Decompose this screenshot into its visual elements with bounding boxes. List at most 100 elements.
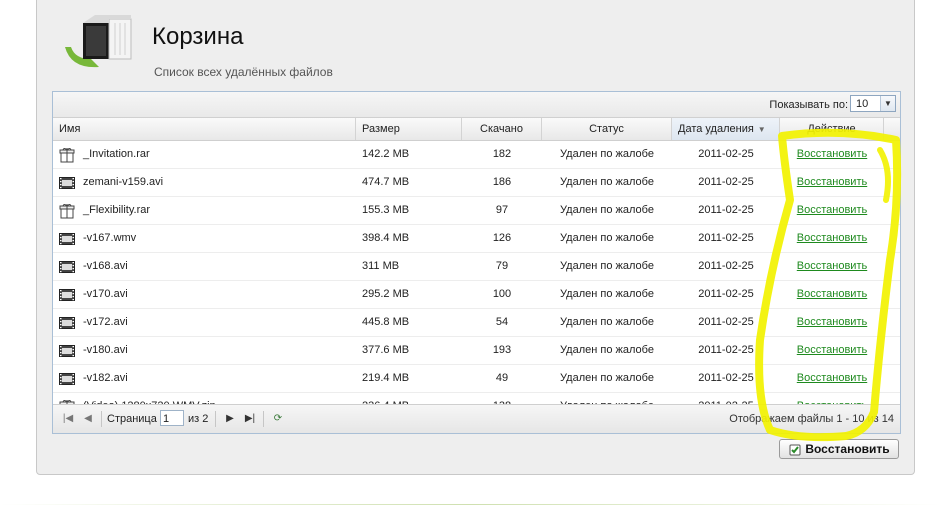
chevron-down-icon[interactable]: ▼ bbox=[880, 96, 895, 111]
cell-deleted-date: 2011-02-25 bbox=[698, 288, 754, 300]
page-count-label: из 2 bbox=[188, 413, 209, 425]
cell-action: Восстановить bbox=[780, 365, 884, 392]
video-icon bbox=[59, 315, 83, 331]
cell-deleted-date: 2011-02-25 bbox=[698, 148, 754, 160]
cell-size: 377.6 MB bbox=[362, 344, 410, 356]
next-page-icon[interactable]: ▶ bbox=[223, 412, 237, 426]
restore-link[interactable]: Восстановить bbox=[797, 204, 867, 216]
restore-link[interactable]: Восстановить bbox=[797, 148, 867, 160]
restore-link[interactable]: Восстановить bbox=[797, 232, 867, 244]
refresh-icon[interactable]: ⟳ bbox=[271, 412, 285, 426]
grid-toolbar: Показывать по: 10 ▼ bbox=[53, 92, 900, 118]
cell-name: -v168.avi bbox=[53, 253, 356, 280]
cell-status: Удален по жалобе bbox=[560, 232, 654, 244]
cell-name: -v182.avi bbox=[53, 365, 356, 392]
page-label: Страница bbox=[107, 413, 157, 425]
cell-action: Восстановить bbox=[780, 253, 884, 280]
column-header-downloads[interactable]: Скачано bbox=[462, 118, 542, 140]
cell-status: Удален по жалобе bbox=[560, 260, 654, 272]
cell-name: _Invitation.rar bbox=[53, 141, 356, 168]
table-row[interactable]: -v182.avi 219.4 MB 49 Удален по жалобе 2011-… bbox=[53, 365, 900, 393]
restore-link[interactable]: Восстановить bbox=[797, 288, 867, 300]
video-icon bbox=[59, 175, 83, 191]
page-title: Корзина bbox=[152, 23, 244, 50]
table-row[interactable]: zemani-v159.avi 474.7 MB 186 Удален по жало… bbox=[53, 169, 900, 197]
cell-size: 219.4 MB bbox=[362, 372, 410, 384]
table-row[interactable]: -v172.avi 445.8 MB 54 Удален по жалобе 2011-… bbox=[53, 309, 900, 337]
cell-action: Восстановить bbox=[780, 225, 884, 252]
main-panel: Корзина Список всех удалённых файлов Пок… bbox=[36, 0, 915, 475]
display-info: Отображаем файлы 1 - 10 из 14 bbox=[729, 413, 894, 425]
cell-deleted-date: 2011-02-25 bbox=[698, 204, 754, 216]
cell-size: 155.3 MB bbox=[362, 204, 410, 216]
page-size-label: Показывать по: bbox=[769, 99, 848, 111]
first-page-icon[interactable]: |◀ bbox=[61, 412, 75, 426]
cell-action: Восстановить bbox=[780, 281, 884, 308]
cell-size: 311 MB bbox=[362, 260, 400, 272]
column-header-deleted-date[interactable]: Дата удаления ▼ bbox=[672, 118, 780, 140]
pager-separator bbox=[101, 411, 102, 427]
column-header-status[interactable]: Статус bbox=[542, 118, 672, 140]
file-name: zemani-v159.avi bbox=[83, 176, 164, 188]
last-page-icon[interactable]: ▶| bbox=[243, 412, 257, 426]
cell-downloads: 97 bbox=[495, 204, 509, 216]
restore-link[interactable]: Восстановить bbox=[797, 176, 867, 188]
column-header-size[interactable]: Размер bbox=[356, 118, 462, 140]
file-name: -v168.avi bbox=[83, 260, 128, 272]
page-size-select[interactable]: 10 ▼ bbox=[850, 95, 896, 112]
table-row[interactable]: -v170.avi 295.2 MB 100 Удален по жалобе 2011… bbox=[53, 281, 900, 309]
cell-downloads: 186 bbox=[492, 176, 512, 188]
column-header-spacer bbox=[884, 118, 900, 140]
column-header-name[interactable]: Имя bbox=[53, 118, 356, 140]
cell-name: -v167.wmv bbox=[53, 225, 356, 252]
footer-divider bbox=[0, 504, 941, 505]
archive-icon bbox=[59, 147, 83, 163]
cell-size: 142.2 MB bbox=[362, 148, 410, 160]
restore-link[interactable]: Восстановить bbox=[797, 316, 867, 328]
table-row[interactable]: _Invitation.rar 142.2 MB 182 Удален по жало… bbox=[53, 141, 900, 169]
cell-action: Восстановить bbox=[780, 337, 884, 364]
cell-size: 474.7 MB bbox=[362, 176, 410, 188]
column-header-action: Действие bbox=[780, 118, 884, 140]
cell-deleted-date: 2011-02-25 bbox=[698, 316, 754, 328]
cell-status: Удален по жалобе bbox=[560, 316, 654, 328]
cell-size: 398.4 MB bbox=[362, 232, 410, 244]
restore-button-label: Восстановить bbox=[805, 442, 890, 456]
cell-name: -v180.avi bbox=[53, 337, 356, 364]
cell-downloads: 126 bbox=[492, 232, 512, 244]
table-row[interactable]: -v168.avi 311 MB 79 Удален по жалобе 2011-02… bbox=[53, 253, 900, 281]
file-name: -v182.avi bbox=[83, 372, 128, 384]
cell-status: Удален по жалобе bbox=[560, 372, 654, 384]
table-row[interactable]: -v180.avi 377.6 MB 193 Удален по жалобе 2011… bbox=[53, 337, 900, 365]
restore-link[interactable]: Восстановить bbox=[797, 344, 867, 356]
restore-button[interactable]: Восстановить bbox=[779, 439, 899, 459]
pager: |◀ ◀ Страница 1 из 2 ▶ ▶| ⟳ Отображаем ф… bbox=[53, 404, 900, 433]
page-size-value: 10 bbox=[856, 98, 869, 110]
files-grid: Показывать по: 10 ▼ Имя Размер Скачано С… bbox=[52, 91, 901, 434]
cell-deleted-date: 2011-02-25 bbox=[698, 176, 754, 188]
cell-downloads: 182 bbox=[492, 148, 512, 160]
video-icon bbox=[59, 343, 83, 359]
cell-action: Восстановить bbox=[780, 141, 884, 168]
cell-deleted-date: 2011-02-25 bbox=[698, 344, 754, 356]
table-row[interactable]: _Flexibility.rar 155.3 MB 97 Удален по жало… bbox=[53, 197, 900, 225]
cell-downloads: 79 bbox=[495, 260, 509, 272]
file-name: -v172.avi bbox=[83, 316, 128, 328]
cell-status: Удален по жалобе bbox=[560, 204, 654, 216]
cell-name: -v170.avi bbox=[53, 281, 356, 308]
table-row[interactable]: -v167.wmv 398.4 MB 126 Удален по жалобе 2011… bbox=[53, 225, 900, 253]
cell-status: Удален по жалобе bbox=[560, 288, 654, 300]
prev-page-icon[interactable]: ◀ bbox=[81, 412, 95, 426]
video-icon bbox=[59, 259, 83, 275]
restore-link[interactable]: Восстановить bbox=[797, 372, 867, 384]
cell-deleted-date: 2011-02-25 bbox=[698, 372, 754, 384]
restore-icon bbox=[789, 444, 801, 456]
sort-desc-icon: ▼ bbox=[757, 125, 766, 134]
recycle-bin-icon bbox=[65, 15, 132, 68]
cell-name: zemani-v159.avi bbox=[53, 169, 356, 196]
page-subtitle: Список всех удалённых файлов bbox=[154, 65, 333, 79]
page-number-input[interactable]: 1 bbox=[160, 410, 184, 426]
grid-body: _Invitation.rar 142.2 MB 182 Удален по жало… bbox=[53, 141, 900, 421]
video-icon bbox=[59, 371, 83, 387]
restore-link[interactable]: Восстановить bbox=[797, 260, 867, 272]
